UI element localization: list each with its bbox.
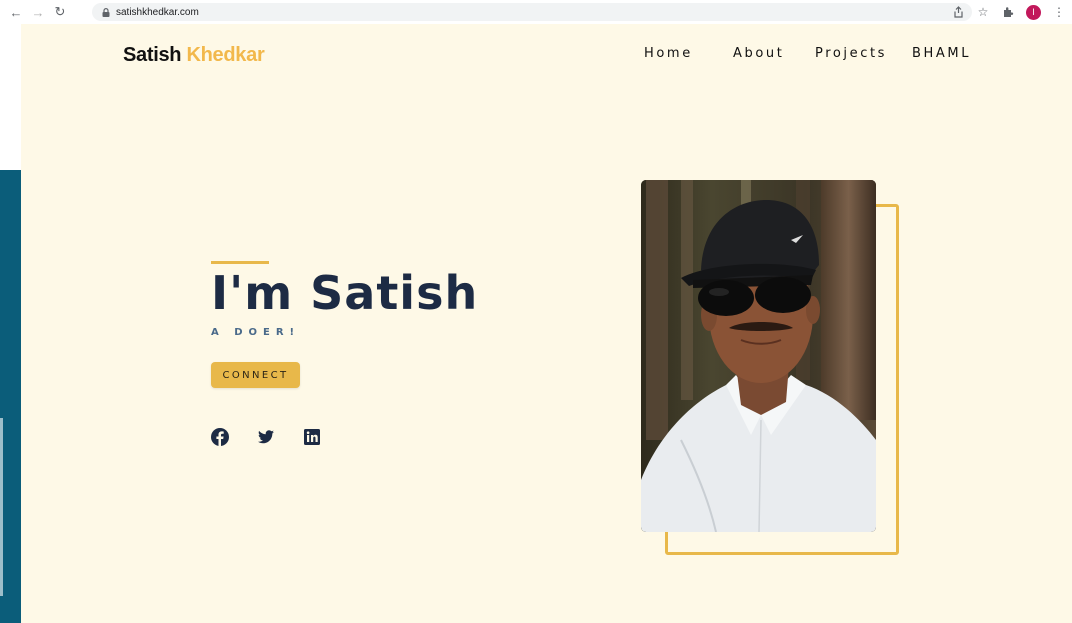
twitter-icon[interactable] [257, 428, 275, 446]
nav-home[interactable]: Home [644, 46, 693, 61]
connect-button[interactable]: CONNECT [211, 362, 300, 388]
extensions-icon[interactable] [1001, 5, 1015, 19]
logo-first-name: Satish [123, 44, 182, 66]
linkedin-icon[interactable] [303, 428, 321, 446]
forward-icon[interactable]: → [30, 4, 46, 20]
page: Satish Khedkar Home About Projects BHAML… [21, 24, 1072, 623]
site-logo[interactable]: Satish Khedkar [123, 44, 265, 67]
side-window-divider [0, 418, 3, 596]
hero-subtitle: A DOER! [211, 327, 301, 338]
hero-title: I'm Satish [211, 266, 479, 320]
bookmark-star-icon[interactable]: ☆ [976, 5, 990, 19]
profile-avatar[interactable]: I [1026, 4, 1041, 20]
more-menu-icon[interactable]: ⋮ [1052, 5, 1066, 19]
url-text: satishkhedkar.com [116, 6, 199, 18]
left-edge-panel [0, 24, 21, 623]
profile-photo [641, 180, 876, 532]
share-icon[interactable] [951, 5, 965, 19]
lock-icon [102, 7, 110, 17]
nav-bhaml[interactable]: BHAML [912, 46, 971, 61]
nav-projects[interactable]: Projects [815, 46, 887, 61]
side-window-edge [0, 170, 21, 623]
nav-about[interactable]: About [733, 46, 784, 61]
facebook-icon[interactable] [211, 428, 229, 446]
reload-icon[interactable]: ↻ [52, 4, 68, 20]
title-accent-line [211, 261, 269, 264]
address-bar[interactable]: satishkhedkar.com [92, 3, 972, 21]
browser-toolbar: ← → ↻ satishkhedkar.com ☆ I ⋮ [0, 0, 1072, 24]
back-icon[interactable]: ← [8, 4, 24, 20]
social-links [211, 428, 321, 446]
logo-last-name: Khedkar [186, 44, 265, 66]
